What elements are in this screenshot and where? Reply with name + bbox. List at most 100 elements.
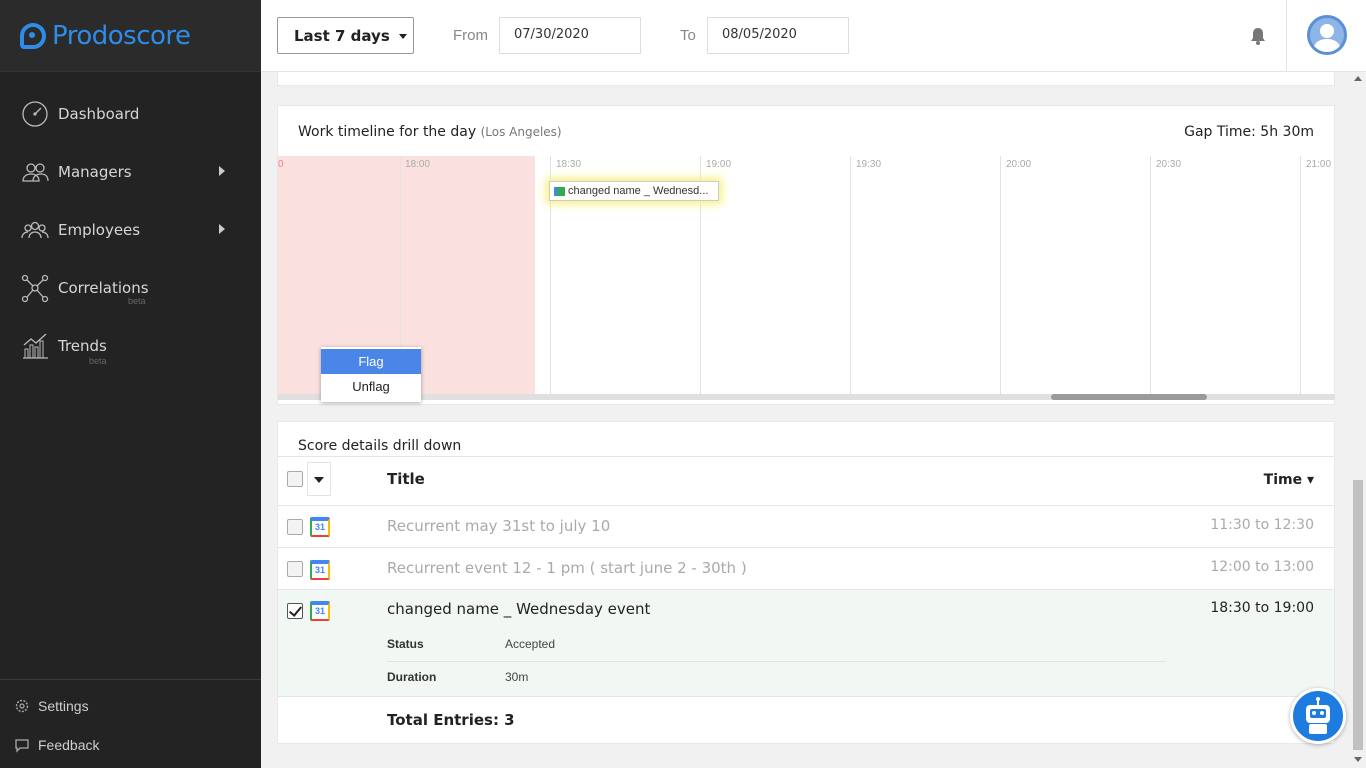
sidebar-item-managers[interactable]: Managers [0, 143, 261, 201]
from-date-input[interactable]: 07/30/2020 [499, 17, 641, 54]
beta-badge: beta [128, 296, 146, 306]
feedback-icon [15, 738, 29, 753]
timeline-area[interactable]: 0 18:00 18:30 19:00 19:30 20:00 20:30 21… [278, 156, 1335, 400]
timeline-gridline [850, 156, 851, 400]
timeline-location: (Los Angeles) [480, 125, 562, 139]
page-scrollbar[interactable] [1351, 72, 1366, 768]
timeline-event-label: changed name _ Wednesd... [568, 185, 709, 197]
score-drilldown-card: Score details drill down Title Time ▾ 31… [277, 421, 1335, 744]
timeline-tick: 18:30 [556, 159, 582, 170]
timeline-tick: 19:30 [856, 159, 882, 170]
date-range-select[interactable]: Last 7 days [277, 17, 414, 54]
speedometer-icon [20, 99, 50, 129]
timeline-tick: 19:00 [706, 159, 732, 170]
sidebar-item-label: Employees [58, 221, 141, 239]
timeline-tick: 20:30 [1156, 159, 1182, 170]
table-row-expanded[interactable]: 31 changed name _ Wednesday event 18:30 … [278, 589, 1334, 696]
timeline-gridline [1150, 156, 1151, 400]
sidebar-item-correlations[interactable]: Correlations beta [0, 259, 261, 317]
managers-icon [20, 157, 50, 187]
sidebar-item-label: Correlations [58, 279, 149, 297]
robot-icon [1306, 697, 1330, 734]
beta-badge: beta [89, 356, 107, 366]
table-row[interactable]: 31 Recurrent may 31st to july 10 11:30 t… [278, 505, 1334, 547]
row-time: 11:30 to 12:30 [1210, 517, 1314, 533]
brand-name: Prodoscore [52, 20, 191, 51]
bar-chart-icon [20, 331, 50, 361]
table-row[interactable]: 31 Recurrent event 12 - 1 pm ( start jun… [278, 547, 1334, 589]
brand[interactable]: Prodoscore [0, 0, 261, 72]
timeline-scroll-thumb[interactable] [1051, 394, 1207, 400]
page-scroll-thumb[interactable] [1353, 480, 1363, 750]
employees-icon [20, 215, 50, 245]
total-entries: Total Entries: 3 [387, 711, 515, 729]
row-checkbox[interactable] [287, 603, 303, 619]
gap-time: Gap Time: 5h 30m [1184, 124, 1314, 140]
detail-value-status: Accepted [505, 637, 556, 651]
sidebar-item-label: Settings [38, 697, 89, 714]
google-meet-icon [554, 187, 565, 196]
row-checkbox[interactable] [287, 561, 303, 577]
sidebar-item-settings[interactable]: Settings [0, 686, 261, 725]
row-time: 12:00 to 13:00 [1210, 559, 1314, 575]
sidebar-nav: Dashboard Managers Employees Correlation… [0, 72, 261, 375]
chevron-right-icon [219, 224, 225, 234]
table-footer: Total Entries: 3 [278, 696, 1334, 743]
google-calendar-icon: 31 [310, 560, 330, 580]
column-time-sort[interactable]: Time ▾ [1264, 472, 1314, 488]
timeline-tick: 18:00 [405, 159, 431, 170]
flag-context-menu: Flag Unflag [321, 347, 421, 402]
table-header: Title Time ▾ [278, 456, 1334, 505]
sidebar: Prodoscore Dashboard Managers Employees [0, 0, 261, 768]
timeline-tick: 21:00 [1306, 159, 1332, 170]
row-title: changed name _ Wednesday event [387, 600, 651, 618]
avatar[interactable] [1307, 15, 1347, 55]
sidebar-footer: Settings Feedback [0, 679, 261, 768]
detail-divider [387, 661, 1166, 662]
sidebar-item-feedback[interactable]: Feedback [0, 725, 261, 764]
detail-label-duration: Duration [387, 670, 437, 684]
scroll-down-icon[interactable] [1354, 757, 1362, 762]
chevron-right-icon [219, 166, 225, 176]
sidebar-item-label: Feedback [38, 736, 100, 753]
timeline-event[interactable]: changed name _ Wednesd... [549, 181, 719, 201]
summary-card-bottom [277, 72, 1335, 86]
timeline-gridline [1000, 156, 1001, 400]
row-time: 18:30 to 19:00 [1210, 600, 1314, 616]
bell-icon[interactable] [1248, 26, 1268, 51]
to-date-input[interactable]: 08/05/2020 [707, 17, 849, 54]
from-label: From [453, 27, 488, 44]
to-label: To [680, 27, 696, 44]
sidebar-item-label: Trends [58, 337, 107, 355]
timeline-tick: 20:00 [1006, 159, 1032, 170]
timeline-tick: 0 [278, 159, 284, 170]
detail-label-status: Status [387, 637, 424, 651]
bulk-action-dropdown[interactable] [307, 462, 331, 496]
scroll-up-icon[interactable] [1354, 76, 1362, 81]
sidebar-item-trends[interactable]: Trends beta [0, 317, 261, 375]
timeline-title: Work timeline for the day (Los Angeles) [298, 124, 562, 140]
timeline-gridline [1300, 156, 1301, 400]
sidebar-item-employees[interactable]: Employees [0, 201, 261, 259]
menu-item-unflag[interactable]: Unflag [321, 374, 421, 399]
drilldown-title: Score details drill down [298, 438, 462, 454]
gear-icon [15, 699, 29, 712]
menu-item-flag[interactable]: Flag [321, 349, 421, 374]
chatbot-button[interactable] [1290, 688, 1346, 744]
top-bar: Last 7 days From 07/30/2020 To 08/05/202… [261, 0, 1366, 72]
row-title: Recurrent event 12 - 1 pm ( start june 2… [387, 559, 747, 577]
google-calendar-icon: 31 [310, 517, 330, 537]
detail-value-duration: 30m [505, 670, 529, 684]
row-title: Recurrent may 31st to july 10 [387, 517, 611, 535]
google-calendar-icon: 31 [310, 601, 330, 621]
chevron-down-icon [399, 34, 407, 39]
row-checkbox[interactable] [287, 519, 303, 535]
prodoscore-logo-icon [20, 22, 46, 49]
select-all-checkbox[interactable] [287, 471, 303, 487]
date-range-value: Last 7 days [294, 27, 390, 45]
sidebar-item-dashboard[interactable]: Dashboard [0, 85, 261, 143]
sidebar-item-label: Dashboard [58, 105, 140, 123]
sidebar-item-label: Managers [58, 163, 132, 181]
timeline-scrollbar[interactable] [278, 394, 1335, 400]
column-title: Title [387, 470, 425, 488]
